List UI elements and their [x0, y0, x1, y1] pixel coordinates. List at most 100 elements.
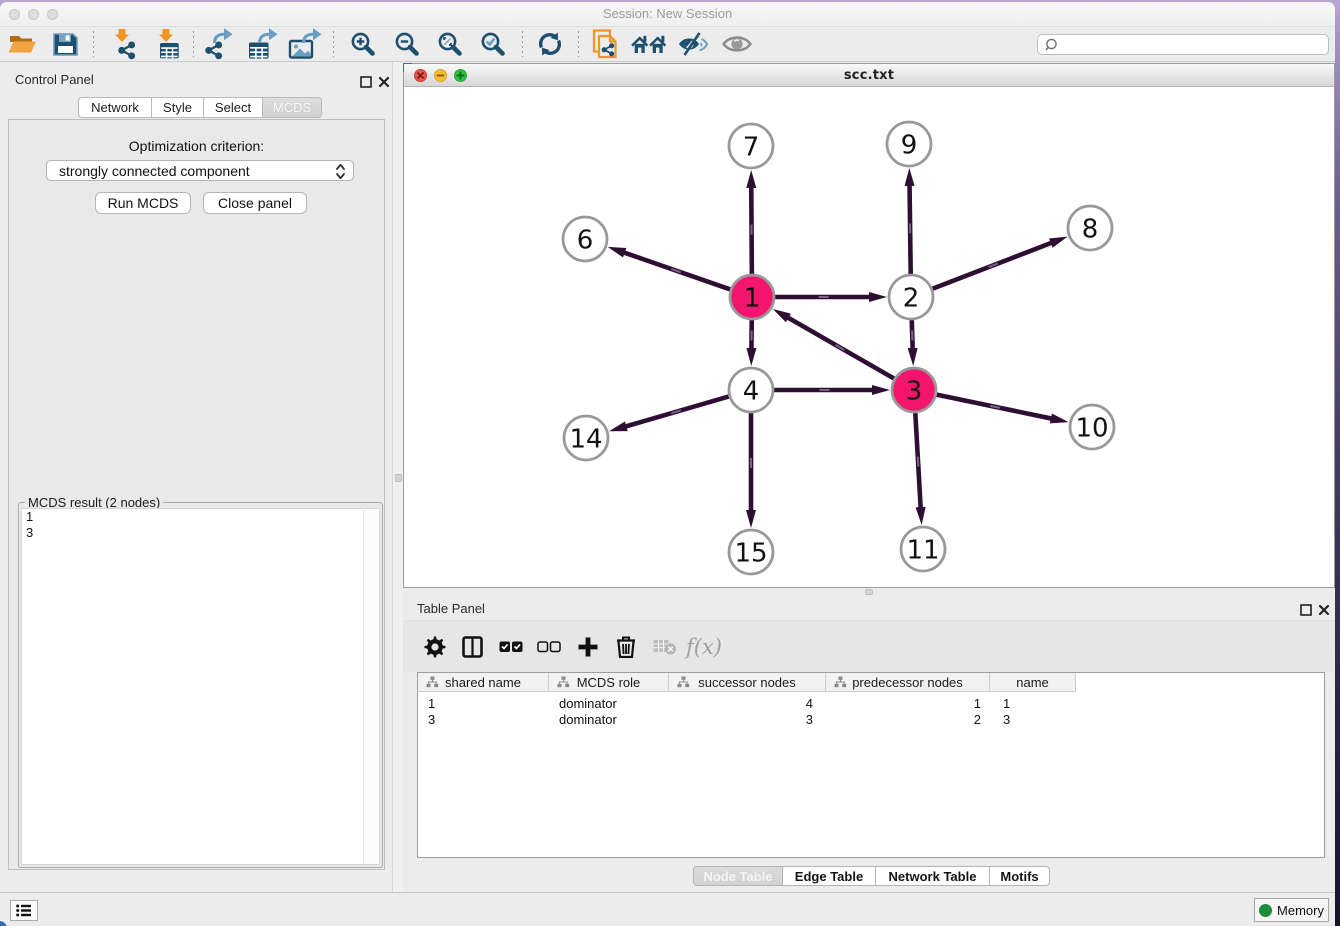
- task-list-icon-shape: [16, 909, 19, 912]
- table-tab-node-table[interactable]: Node Table: [693, 866, 783, 886]
- column-header-predecessor-nodes[interactable]: predecessor nodes: [826, 673, 990, 692]
- memory-button[interactable]: Memory: [1254, 898, 1329, 922]
- table-cell[interactable]: 3: [990, 712, 1076, 728]
- first-neighbors-icon-shape-shape-shape: [656, 48, 659, 53]
- table-cell[interactable]: 2: [826, 712, 990, 728]
- horizontal-splitter[interactable]: [403, 588, 1335, 597]
- network-canvas[interactable]: 1234678910111415: [404, 87, 1334, 587]
- network-window-title: scc.txt: [404, 68, 1334, 83]
- select-all-button[interactable]: [496, 632, 526, 662]
- deselect-all-button[interactable]: [534, 632, 564, 662]
- zoom-out-icon-shape: [394, 31, 420, 57]
- network-graph: 1234678910111415: [404, 87, 1336, 586]
- graph-node-label: 4: [743, 377, 760, 407]
- table-tab-edge-table[interactable]: Edge Table: [783, 866, 876, 886]
- result-scrollbar[interactable]: [363, 510, 378, 865]
- import-table-button[interactable]: [148, 29, 184, 59]
- zoom-in-button[interactable]: [345, 29, 381, 59]
- close-panel-icon-shape: [380, 78, 388, 86]
- graph-node-label: 3: [906, 377, 923, 407]
- table-row[interactable]: 3dominator323: [418, 712, 1076, 728]
- settings-button[interactable]: [420, 632, 450, 662]
- column-header-shared-name-shape-shape: [427, 684, 431, 687]
- import-network-icon-shape-shape: [115, 29, 129, 42]
- control-tab-mcds[interactable]: MCDS: [263, 97, 322, 118]
- search-icon-shape: [1046, 47, 1048, 50]
- toolbar-separator: [522, 31, 523, 57]
- table-cell[interactable]: 3: [669, 712, 826, 728]
- criterion-select[interactable]: strongly connected component: [46, 160, 354, 181]
- mcds-result-list[interactable]: 13: [21, 508, 380, 865]
- zoom-fit-button[interactable]: [432, 29, 468, 59]
- close-panel-icon[interactable]: [378, 76, 390, 88]
- add-column-button[interactable]: [573, 632, 603, 662]
- table-cell[interactable]: dominator: [549, 695, 669, 711]
- clone-network-button[interactable]: [587, 29, 623, 59]
- table-cell[interactable]: 1: [990, 695, 1076, 711]
- table-cell[interactable]: 1: [418, 695, 549, 711]
- graph-node-label: 7: [743, 133, 760, 163]
- search-input[interactable]: [1062, 38, 1328, 52]
- split-column-button[interactable]: [457, 632, 487, 662]
- vertical-splitter[interactable]: [392, 62, 403, 892]
- control-tab-style[interactable]: Style: [152, 97, 204, 118]
- graph-node-label: 6: [577, 226, 594, 256]
- graph-node-label: 11: [906, 536, 939, 566]
- column-header-shared-name[interactable]: shared name: [418, 673, 549, 692]
- delete-table-button[interactable]: [650, 632, 680, 662]
- zoom-selected-icon-shape: [480, 31, 506, 57]
- edge-arrowhead: [746, 170, 756, 188]
- zoom-selected-button[interactable]: [475, 29, 511, 59]
- delete-column-button[interactable]: [611, 632, 641, 662]
- column-header-successor-nodes-shape: [677, 676, 690, 688]
- control-tab-select[interactable]: Select: [204, 97, 263, 118]
- table-tab-motifs[interactable]: Motifs: [990, 866, 1050, 886]
- first-neighbors-button[interactable]: [631, 29, 667, 59]
- table-cell[interactable]: dominator: [549, 712, 669, 728]
- close-panel-button[interactable]: Close panel: [203, 192, 307, 214]
- export-table-button[interactable]: [245, 29, 281, 59]
- open-session-button[interactable]: [4, 29, 40, 59]
- task-history-button[interactable]: [10, 900, 38, 921]
- hide-panel-button[interactable]: [675, 29, 711, 59]
- save-session-button[interactable]: [47, 29, 83, 59]
- table-tab-network-table[interactable]: Network Table: [876, 866, 990, 886]
- zoom-fit-icon-shape: [437, 31, 463, 57]
- edge-arrowhead: [609, 421, 628, 431]
- zoom-out-icon-shape-shape: [410, 47, 417, 54]
- table-float-icon-shape: [1301, 605, 1311, 615]
- column-header-MCDS-role[interactable]: MCDS role: [549, 673, 669, 692]
- export-network-icon-shape-shape: [205, 41, 222, 59]
- table-row[interactable]: 1dominator411: [418, 695, 1076, 711]
- horizontal-splitter-grip[interactable]: [865, 589, 873, 595]
- run-mcds-button[interactable]: Run MCDS: [95, 192, 191, 214]
- main-toolbar: [0, 27, 1335, 62]
- table-cell[interactable]: 3: [418, 712, 549, 728]
- open-session-icon-shape-shape: [10, 36, 32, 42]
- export-table-icon: [246, 28, 280, 60]
- table-cell[interactable]: 4: [669, 695, 826, 711]
- float-panel-icon[interactable]: [360, 76, 372, 88]
- zoom-out-button[interactable]: [389, 29, 425, 59]
- export-image-button[interactable]: [288, 29, 324, 59]
- import-network-button[interactable]: [104, 29, 140, 59]
- table-header: shared name MCDS rolesuccessor nodesprede…: [418, 673, 1076, 692]
- vertical-splitter-grip[interactable]: [395, 474, 402, 482]
- graph-node-label: 15: [734, 539, 767, 569]
- control-tab-network[interactable]: Network: [78, 97, 152, 118]
- function-builder-button[interactable]: f(x): [688, 632, 718, 662]
- column-header-label: shared name: [445, 675, 521, 690]
- import-table-icon-shape: [150, 28, 182, 60]
- show-panel-button[interactable]: [719, 29, 755, 59]
- export-network-button[interactable]: [201, 29, 237, 59]
- table-cell[interactable]: 1: [826, 695, 990, 711]
- apply-layout-icon: [536, 30, 564, 58]
- search-box[interactable]: [1037, 34, 1329, 55]
- apply-layout-button[interactable]: [532, 29, 568, 59]
- select-all-icon-shape: [499, 641, 523, 653]
- open-session-icon-shape-shape: [9, 42, 37, 53]
- column-header-name[interactable]: name: [990, 673, 1076, 692]
- column-header-successor-nodes[interactable]: successor nodes: [669, 673, 826, 692]
- table-float-icon[interactable]: [1300, 604, 1312, 616]
- table-close-icon[interactable]: [1318, 604, 1330, 616]
